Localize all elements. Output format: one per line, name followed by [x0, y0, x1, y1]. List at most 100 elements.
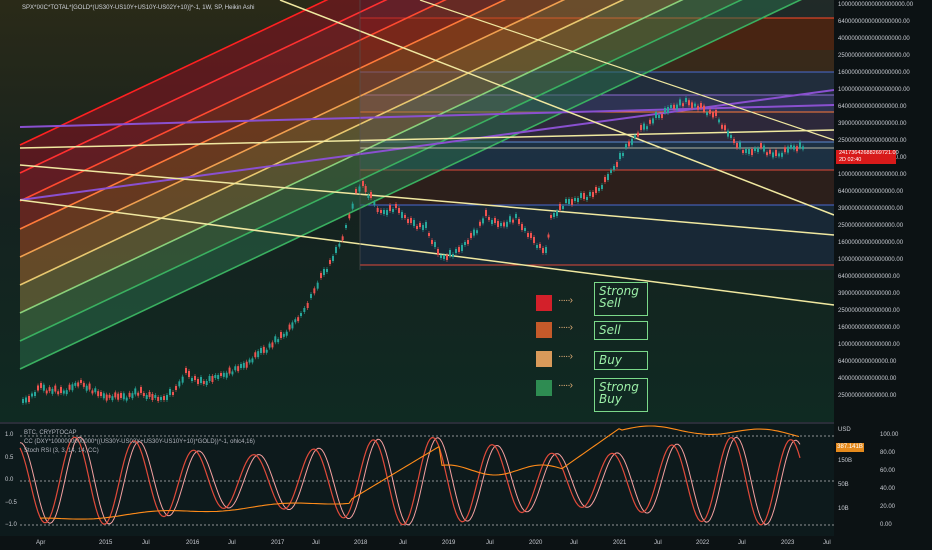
candle-body: [524, 228, 526, 231]
candle-body: [274, 336, 277, 343]
candle-body: [706, 112, 708, 116]
candle-body: [667, 107, 669, 113]
candle-body: [348, 214, 351, 219]
candle-body: [108, 394, 111, 398]
candle-body: [248, 359, 251, 363]
candle-body: [413, 220, 415, 226]
candle-body: [458, 247, 460, 252]
candle-body: [254, 352, 257, 358]
candle-body: [742, 150, 744, 153]
candle-body: [37, 385, 39, 391]
candle-body: [97, 391, 100, 397]
candle-body: [131, 393, 134, 399]
price-axis-label: 100000000000000000.00: [838, 172, 907, 178]
candle-body: [88, 383, 91, 390]
candle-body: [31, 393, 33, 397]
price-axis-label: 2500000000000000000.00: [838, 53, 910, 59]
candle-body: [512, 219, 514, 223]
candle-body: [718, 119, 720, 123]
candle-body: [188, 371, 190, 377]
candle-body: [682, 103, 684, 107]
candle-body: [395, 204, 397, 208]
time-axis-label: 2017: [271, 540, 285, 546]
candle-body: [45, 390, 48, 394]
price-axis-label: 1000000000000000.00: [838, 342, 900, 348]
candle-body: [277, 339, 280, 343]
osc-axis-label: 50B: [838, 482, 849, 488]
candle-body: [407, 219, 409, 223]
candle-body: [401, 212, 403, 218]
time-axis-label: Jul: [312, 540, 320, 546]
candle-body: [598, 188, 600, 191]
candle-body: [491, 220, 493, 224]
candle-body: [370, 192, 372, 198]
candle-body: [22, 399, 24, 403]
candle-body: [172, 392, 174, 395]
osc-legend-btc[interactable]: BTC, CRYPTOCAP: [24, 430, 76, 436]
candle-body: [234, 366, 237, 371]
candle-body: [556, 211, 558, 216]
candle-body: [793, 145, 795, 150]
candle-body: [700, 103, 702, 108]
candle-body: [242, 362, 245, 368]
candle-body: [57, 391, 60, 395]
candle-body: [536, 245, 538, 248]
candle-body: [404, 215, 406, 218]
candle-body: [282, 333, 285, 337]
main-chart-svg[interactable]: [0, 0, 932, 550]
candle-body: [240, 364, 242, 368]
osc-legend-stochrsi[interactable]: Stoch RSI (3, 3, 14, 14, CC): [24, 448, 99, 454]
candle-body: [568, 199, 570, 204]
pane-divider[interactable]: [0, 422, 932, 424]
candle-body: [482, 218, 484, 224]
legend-label-strong-buy: Strong Buy: [594, 378, 648, 412]
price-axis-label: 250000000000000.00: [838, 393, 897, 399]
legend-swatch-strong-sell: [536, 295, 552, 311]
price-axis-label: 4000000000000000000.00: [838, 36, 910, 42]
candle-body: [251, 358, 254, 363]
last-price-tag[interactable]: 24173642688269721.00 2D 02:40: [836, 150, 899, 164]
arrow-icon: ·····›: [558, 322, 573, 333]
candle-body: [185, 368, 187, 373]
candle-body: [461, 245, 463, 251]
candle-body: [470, 233, 472, 238]
price-axis-label: 250000000000000000.00: [838, 138, 907, 144]
candle-body: [521, 224, 523, 230]
bar-countdown: 2D 02:40: [839, 157, 862, 163]
time-axis-label: 2021: [613, 540, 627, 546]
candle-body: [62, 390, 65, 394]
candle-body: [310, 294, 312, 298]
candle-body: [288, 324, 291, 330]
candle-body: [271, 342, 274, 348]
candle-body: [160, 397, 162, 400]
candle-body: [28, 396, 30, 402]
candle-body: [637, 132, 639, 137]
candle-body: [154, 395, 157, 398]
candle-body: [547, 234, 550, 238]
candle-body: [65, 390, 68, 395]
osc-value-tag: 387.141B: [836, 443, 864, 452]
candle-body: [280, 332, 282, 338]
candle-body: [392, 209, 394, 212]
time-axis-label: Jul: [823, 540, 831, 546]
candle-body: [721, 124, 723, 129]
osc-legend-cc[interactable]: CC (DXY*1000000000000*((US30Y-US02Y+US30…: [24, 439, 255, 445]
candle-body: [262, 346, 265, 353]
candle-body: [488, 217, 490, 220]
candle-body: [452, 254, 454, 257]
price-axis-label: 10000000000000000.00: [838, 257, 904, 263]
candle-body: [577, 198, 579, 202]
candle-body: [802, 146, 804, 150]
candle-body: [102, 393, 105, 399]
candle-body: [211, 376, 214, 382]
candle-body: [80, 380, 82, 383]
candle-body: [550, 215, 552, 218]
candle-body: [595, 187, 597, 193]
candle-body: [105, 394, 108, 401]
time-axis-label: Apr: [36, 540, 46, 546]
candle-body: [200, 377, 202, 383]
legend-swatch-strong-buy: [536, 380, 552, 396]
candle-body: [733, 139, 735, 143]
candle-body: [125, 397, 128, 401]
candle-body: [649, 119, 651, 124]
